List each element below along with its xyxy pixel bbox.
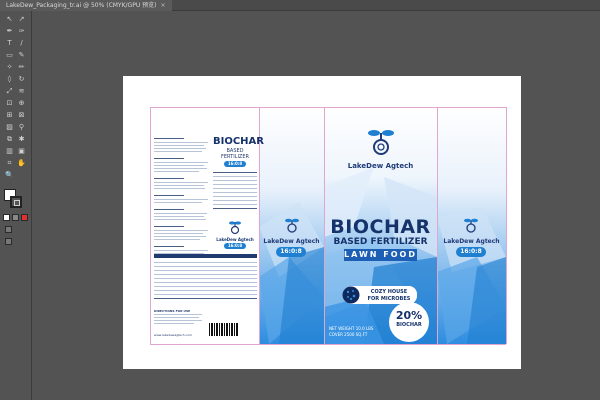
perspective-icon[interactable]: ⊞	[4, 110, 15, 120]
cozy-line-1: COZY HOUSE	[370, 289, 408, 295]
rotate-icon[interactable]: ↻	[16, 74, 27, 84]
percent-badge: 20% BIOCHAR	[389, 302, 429, 342]
width-icon[interactable]: ≋	[16, 86, 27, 96]
front-brand: LakeDew Agtech	[347, 162, 414, 170]
draw-mode-icon[interactable]	[5, 226, 12, 233]
net-weight-1: NET WEIGHT 10.0 LBS	[329, 326, 374, 331]
selection-icon[interactable]: ↖	[4, 14, 15, 24]
blend-icon[interactable]: ⧉	[4, 134, 15, 144]
scale-icon[interactable]: ⤢	[4, 86, 15, 96]
percent-label: BIOCHAR	[396, 322, 422, 328]
back-ratio-badge: 16:0:8	[224, 161, 246, 167]
front-logo-icon	[368, 130, 394, 155]
front-product-line: LAWN FOOD	[344, 249, 417, 261]
guide-4	[437, 107, 438, 344]
type-icon[interactable]: T	[4, 38, 15, 48]
curvature-icon[interactable]: ✑	[16, 26, 27, 36]
gradient-mode-icon[interactable]	[12, 214, 19, 221]
direct-selection-icon[interactable]: ↗	[16, 14, 27, 24]
back-logo-icon	[229, 221, 241, 235]
analysis-table	[154, 254, 257, 302]
line-icon[interactable]: ∕	[16, 38, 27, 48]
guide-5	[506, 107, 507, 344]
back-brand-ratio: 16:0:8	[224, 243, 246, 249]
column-graph-icon[interactable]: ▥	[4, 146, 15, 156]
document-tab-bar: LakeDew_Packaging_tr.ai @ 50% (CMYK/GPU …	[0, 0, 600, 11]
color-mode-icon[interactable]	[3, 214, 10, 221]
left-ratio-badge: 16:0:8	[276, 247, 306, 257]
right-ratio-badge: 16:0:8	[456, 247, 486, 257]
shaper-icon[interactable]: ✧	[4, 62, 15, 72]
artboard[interactable]: BIOCHAR BASED FERTILIZER 16:0:8 LakeDew …	[123, 76, 521, 369]
stroke-color-swatch[interactable]	[10, 196, 22, 208]
back-subtitle-2: FERTILIZER	[221, 154, 249, 160]
front-subtitle: BASED FERTILIZER	[333, 237, 428, 247]
net-weight-2: COVER 2500 SQ.FT	[329, 332, 368, 337]
back-title: BIOCHAR	[213, 136, 264, 147]
hand-icon[interactable]: ✋	[16, 158, 27, 168]
none-mode-icon[interactable]	[21, 214, 28, 221]
barcode	[209, 323, 239, 336]
eraser-icon[interactable]: ◊	[4, 74, 15, 84]
shape-builder-icon[interactable]: ⊕	[16, 98, 27, 108]
document-tab[interactable]: LakeDew_Packaging_tr.ai @ 50% (CMYK/GPU …	[0, 0, 172, 11]
mesh-icon[interactable]: ⊠	[16, 110, 27, 120]
pen-icon[interactable]: ✒	[4, 26, 15, 36]
right-brand: LakeDew Agtech	[443, 238, 500, 245]
back-brand: LakeDew Agtech	[216, 237, 254, 242]
percent-value: 20%	[395, 309, 423, 322]
close-tab-icon[interactable]: ×	[160, 2, 165, 9]
canvas-area[interactable]: BIOCHAR BASED FERTILIZER 16:0:8 LakeDew …	[32, 11, 600, 400]
directions-title: DIRECTIONS FOR USE	[154, 309, 191, 313]
guide-top	[150, 107, 506, 108]
zoom-icon[interactable]: 🔍	[4, 170, 15, 180]
pencil-icon[interactable]: ✏	[16, 62, 27, 72]
eyedropper-icon[interactable]: ⚲	[16, 122, 27, 132]
free-transform-icon[interactable]: ⊡	[4, 98, 15, 108]
artboard-icon[interactable]: ▣	[16, 146, 27, 156]
screen-mode-icon[interactable]	[5, 238, 12, 245]
slice-icon[interactable]: ⌗	[4, 158, 15, 168]
rectangle-icon[interactable]: ▭	[4, 50, 15, 60]
gradient-icon[interactable]: ▨	[4, 122, 15, 132]
document-tab-title: LakeDew_Packaging_tr.ai @ 50% (CMYK/GPU …	[6, 2, 157, 9]
right-logo-icon	[464, 218, 478, 233]
microbe-icon	[342, 286, 360, 304]
guide-bottom	[150, 344, 506, 345]
left-logo-icon	[285, 218, 299, 233]
symbol-sprayer-icon[interactable]: ✱	[16, 134, 27, 144]
left-brand: LakeDew Agtech	[263, 238, 320, 245]
guide-1	[150, 107, 151, 344]
website: www.lakedewagtech.com	[154, 333, 193, 337]
paintbrush-icon[interactable]: ✎	[16, 50, 27, 60]
front-title: BIOCHAR	[330, 216, 431, 238]
tools-panel: ↖ ↗ ✒ ✑ T ∕ ▭ ✎ ✧ ✏ ◊ ↻ ⤢ ≋ ⊡ ⊕ ⊞ ⊠ ▨ ⚲ ⧉ ✱ ▥ ▣ ⌗ ✋ 🔍	[0, 11, 32, 400]
